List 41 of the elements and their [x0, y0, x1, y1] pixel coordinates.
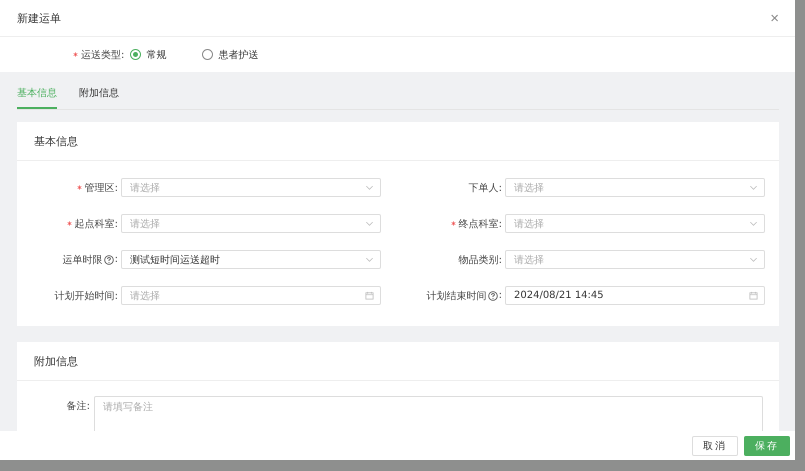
radio-label: 患者护送	[218, 48, 258, 62]
chevron-down-icon	[365, 219, 374, 228]
label-colon: :	[498, 290, 502, 301]
select-field[interactable]: 请选择	[505, 250, 765, 269]
section-title: 基本信息	[34, 134, 78, 148]
radio-button[interactable]	[202, 49, 214, 60]
close-button[interactable]: ×	[770, 10, 779, 26]
chevron-down-icon	[749, 219, 758, 228]
date-field[interactable]: 请选择	[121, 286, 381, 305]
field-label: 计划开始时间:	[54, 290, 118, 302]
calendar-icon	[749, 291, 758, 300]
chevron-down-icon	[365, 183, 374, 192]
select-field[interactable]: 请选择	[121, 214, 381, 233]
select-field[interactable]: 测试短时间运送超时	[121, 250, 381, 269]
chevron-down-icon	[365, 255, 374, 264]
calendar-icon	[365, 291, 374, 300]
field-label: 计划结束时间	[426, 290, 487, 302]
save-button[interactable]: 保存	[744, 436, 790, 456]
field-label: 管理区:	[84, 182, 118, 194]
chevron-down-icon	[749, 183, 758, 192]
radio-button[interactable]	[130, 49, 142, 60]
select-field[interactable]: 请选择	[505, 178, 765, 197]
select-field[interactable]: 请选择	[505, 214, 765, 233]
tab[interactable]: 附加信息	[79, 86, 119, 109]
select-field[interactable]: 请选择	[121, 178, 381, 197]
field-label: 下单人:	[468, 182, 502, 194]
field-label: 物品类别:	[458, 254, 502, 266]
section-title: 附加信息	[34, 354, 78, 368]
tab[interactable]: 基本信息	[17, 86, 57, 109]
field-label: 备注:	[66, 400, 90, 413]
date-field[interactable]: 2024/08/21 14:45	[505, 286, 765, 305]
label-colon: :	[114, 254, 118, 265]
remark-field[interactable]: 请填写备注	[94, 396, 763, 431]
cancel-button[interactable]: 取消	[692, 436, 738, 456]
field-label: 起点科室:	[74, 218, 118, 230]
field-label: 运送类型:	[81, 48, 124, 62]
field-label: 终点科室:	[458, 218, 502, 230]
dialog-title: 新建运单	[17, 10, 61, 26]
radio-label: 常规	[146, 48, 166, 62]
chevron-down-icon	[749, 255, 758, 264]
field-label: 运单时限	[62, 254, 103, 266]
